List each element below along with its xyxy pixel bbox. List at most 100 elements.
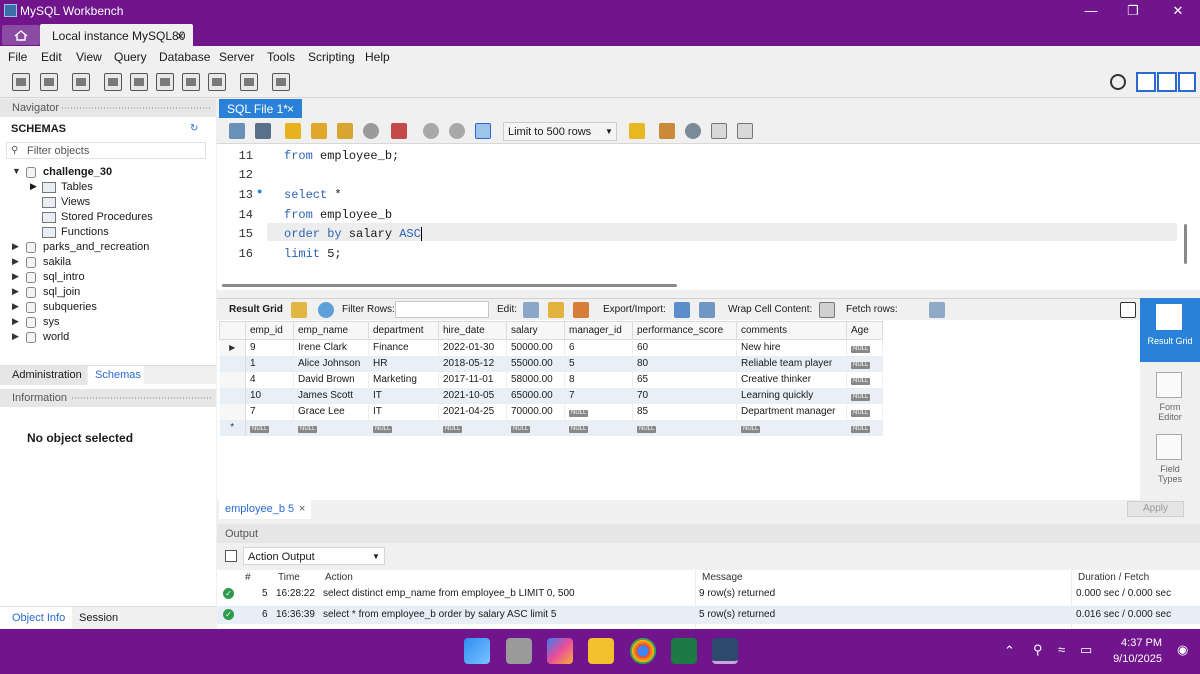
cell-manager-id[interactable]: 6 <box>564 339 633 356</box>
row-selector[interactable] <box>219 371 246 388</box>
cell-comments[interactable]: New hire <box>736 339 847 356</box>
cell-performance-score[interactable]: 65 <box>632 371 737 388</box>
schema-child-functions[interactable]: Functions <box>0 225 216 240</box>
stop-icon[interactable] <box>363 123 379 139</box>
create-function-icon[interactable] <box>208 73 226 91</box>
expand-arrow-icon[interactable]: ▶ <box>12 316 19 327</box>
create-procedure-icon[interactable] <box>182 73 200 91</box>
close-icon[interactable]: ✕ <box>1163 2 1193 20</box>
schema-item-sakila[interactable]: ▶ sakila <box>0 255 216 270</box>
cell-manager-id[interactable]: NULL <box>564 403 633 420</box>
cell-comments[interactable]: Reliable team player <box>736 355 847 372</box>
cell-manager-id[interactable]: 7 <box>564 387 633 404</box>
expand-arrow-icon[interactable]: ▶ <box>12 271 19 282</box>
expand-arrow-icon[interactable]: ▶ <box>30 181 37 192</box>
minimize-icon[interactable]: — <box>1076 2 1106 20</box>
excel-icon[interactable] <box>671 638 697 664</box>
notification-bell-icon[interactable]: ◉ <box>1177 642 1188 658</box>
filter-objects-input[interactable]: ⚲ Filter objects <box>6 142 206 159</box>
cell-emp-name[interactable]: Alice Johnson <box>293 355 369 372</box>
cell-department[interactable]: Marketing <box>368 371 439 388</box>
current-row-arrow-icon[interactable]: ▶ <box>219 339 246 356</box>
create-view-icon[interactable] <box>156 73 174 91</box>
execute-current-icon[interactable] <box>311 123 327 139</box>
fetch-next-icon[interactable] <box>929 302 945 318</box>
menu-query[interactable]: Query <box>114 50 147 64</box>
cell-new[interactable]: NULL <box>506 419 565 436</box>
form-editor-side-button[interactable]: Form Editor <box>1140 366 1200 430</box>
commit-icon[interactable] <box>423 123 439 139</box>
cell-age[interactable]: NULL <box>846 355 883 372</box>
row-selector[interactable] <box>219 355 246 372</box>
import-icon[interactable] <box>699 302 715 318</box>
cell-age[interactable]: NULL <box>846 371 883 388</box>
chevron-up-icon[interactable]: ⌃ <box>1004 643 1015 659</box>
column-header[interactable]: manager_id <box>564 321 633 340</box>
output-type-select[interactable]: Action Output ▼ <box>243 547 385 565</box>
expand-arrow-icon[interactable]: ▶ <box>12 301 19 312</box>
schema-item-sys[interactable]: ▶ sys <box>0 315 216 330</box>
cell-emp-id[interactable]: 7 <box>245 403 294 420</box>
schema-item-challenge_30[interactable]: ▼ challenge_30 <box>0 165 216 180</box>
result-tab-employee_b[interactable]: employee_b 5 × <box>219 500 311 519</box>
autocommit-icon[interactable] <box>475 123 491 139</box>
word-wrap-icon[interactable] <box>737 123 753 139</box>
file-explorer-icon[interactable] <box>588 638 614 664</box>
grid-icon[interactable] <box>291 302 307 318</box>
cell-new[interactable]: NULL <box>293 419 369 436</box>
expand-arrow-icon[interactable]: ▶ <box>12 256 19 267</box>
output-row[interactable]: ✓ 5 16:28:22 select distinct emp_name fr… <box>217 585 1200 603</box>
table-row[interactable]: 4 David Brown Marketing 2017-11-01 58000… <box>219 371 883 388</box>
horizontal-scrollbar[interactable] <box>222 284 677 287</box>
insert-row-icon[interactable] <box>548 302 564 318</box>
tab-session[interactable]: Session <box>79 612 118 624</box>
column-header[interactable]: comments <box>736 321 847 340</box>
menu-database[interactable]: Database <box>159 50 210 64</box>
cell-emp-id[interactable]: 4 <box>245 371 294 388</box>
cell-hire-date[interactable]: 2021-04-25 <box>438 403 507 420</box>
expand-arrow-icon[interactable]: ▶ <box>12 286 19 297</box>
toggle-output-icon[interactable] <box>1157 72 1177 92</box>
row-selector[interactable] <box>219 387 246 404</box>
menu-scripting[interactable]: Scripting <box>308 50 355 64</box>
cell-comments[interactable]: Creative thinker <box>736 371 847 388</box>
cell-emp-name[interactable]: David Brown <box>293 371 369 388</box>
cell-salary[interactable]: 58000.00 <box>506 371 565 388</box>
column-header[interactable]: emp_id <box>245 321 294 340</box>
create-schema-icon[interactable] <box>104 73 122 91</box>
collapse-arrow-icon[interactable]: ▼ <box>12 166 21 176</box>
new-sql-tab-icon[interactable] <box>12 73 30 91</box>
table-row[interactable]: 7 Grace Lee IT 2021-04-25 70000.00 NULL … <box>219 403 883 420</box>
new-row-marker[interactable]: * <box>219 419 246 436</box>
edit-row-icon[interactable] <box>523 302 539 318</box>
cell-department[interactable]: IT <box>368 403 439 420</box>
cell-salary[interactable]: 70000.00 <box>506 403 565 420</box>
cell-emp-name[interactable]: Irene Clark <box>293 339 369 356</box>
invisible-chars-icon[interactable] <box>711 123 727 139</box>
apply-button[interactable]: Apply <box>1127 501 1184 517</box>
cell-emp-name[interactable]: James Scott <box>293 387 369 404</box>
toggle-sidebar-icon[interactable] <box>1136 72 1156 92</box>
cell-new[interactable]: NULL <box>438 419 507 436</box>
toggle-results-panel-icon[interactable] <box>1120 302 1136 318</box>
inspector-icon[interactable] <box>72 73 90 91</box>
restore-icon[interactable]: ❐ <box>1118 2 1148 20</box>
sql-file-tab-close-icon[interactable]: × <box>287 102 294 116</box>
mysql-workbench-taskbar-icon[interactable] <box>712 638 738 664</box>
schema-item-subqueries[interactable]: ▶ subqueries <box>0 300 216 315</box>
field-types-side-button[interactable]: Field Types <box>1140 428 1200 492</box>
add-snippet-icon[interactable] <box>629 123 645 139</box>
menu-server[interactable]: Server <box>219 50 254 64</box>
cell-department[interactable]: IT <box>368 387 439 404</box>
cell-age[interactable]: NULL <box>846 403 883 420</box>
task-view-icon[interactable] <box>506 638 532 664</box>
explain-icon[interactable] <box>337 123 353 139</box>
cell-salary[interactable]: 65000.00 <box>506 387 565 404</box>
schema-item-world[interactable]: ▶ world <box>0 330 216 345</box>
schema-item-sql_join[interactable]: ▶ sql_join <box>0 285 216 300</box>
sql-editor[interactable]: 11 from employee_b; 12 13 ● select * 14 … <box>217 144 1200 290</box>
wifi-icon[interactable]: ≈ <box>1058 642 1065 657</box>
wrap-cell-icon[interactable] <box>819 302 835 318</box>
open-file-icon[interactable] <box>229 123 245 139</box>
cell-new[interactable]: NULL <box>846 419 883 436</box>
